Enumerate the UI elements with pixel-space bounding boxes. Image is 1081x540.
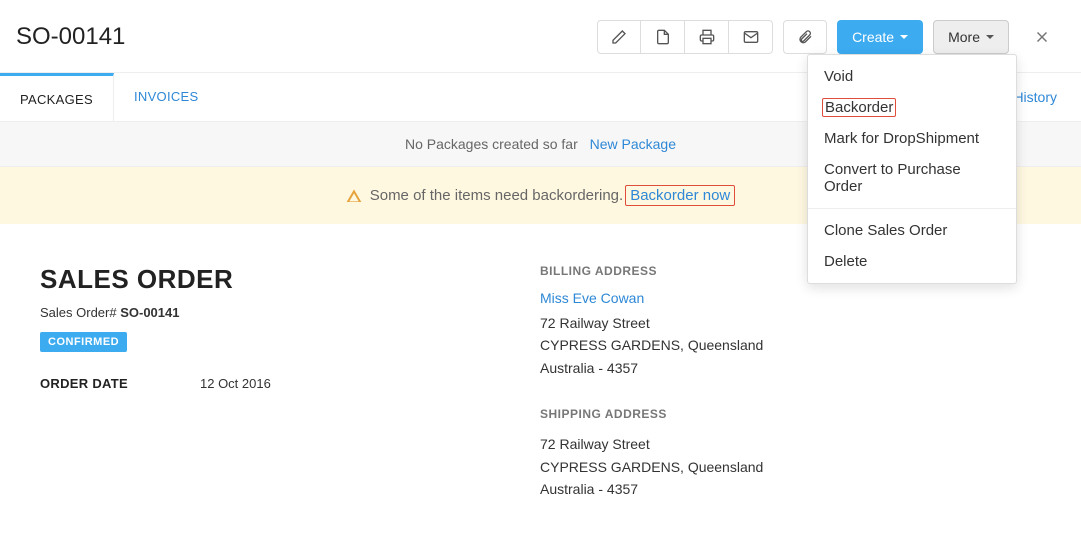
- action-icon-group: [597, 20, 773, 54]
- billing-line2: CYPRESS GARDENS, Queensland: [540, 334, 1041, 356]
- no-packages-text: No Packages created so far: [405, 136, 578, 152]
- addresses: BILLING ADDRESS Miss Eve Cowan 72 Railwa…: [540, 264, 1041, 528]
- shipping-lines: 72 Railway Street CYPRESS GARDENS, Queen…: [540, 433, 1041, 500]
- billing-lines: 72 Railway Street CYPRESS GARDENS, Queen…: [540, 312, 1041, 379]
- toolbar: Create More: [597, 20, 1057, 54]
- create-label: Create: [852, 29, 894, 45]
- document-title: SALES ORDER: [40, 264, 460, 295]
- pdf-icon: [655, 29, 671, 45]
- email-button[interactable]: [729, 20, 773, 54]
- backorder-now-link[interactable]: Backorder now: [625, 185, 735, 206]
- caret-down-icon: [900, 35, 908, 39]
- shipping-line3: Australia - 4357: [540, 478, 1041, 500]
- pencil-icon: [611, 29, 627, 45]
- warning-icon: [346, 188, 362, 204]
- close-icon: [1033, 28, 1051, 46]
- order-date-label: ORDER DATE: [40, 376, 200, 391]
- menu-backorder[interactable]: Backorder: [822, 98, 896, 117]
- billing-name[interactable]: Miss Eve Cowan: [540, 290, 1041, 306]
- order-summary: SALES ORDER Sales Order# SO-00141 CONFIR…: [40, 264, 460, 528]
- close-button[interactable]: [1027, 22, 1057, 52]
- menu-divider: [808, 208, 1016, 209]
- so-label: Sales Order#: [40, 305, 117, 320]
- pdf-button[interactable]: [641, 20, 685, 54]
- print-icon: [699, 29, 715, 45]
- order-date-row: ORDER DATE 12 Oct 2016: [40, 376, 460, 391]
- billing-line1: 72 Railway Street: [540, 312, 1041, 334]
- order-date-value: 12 Oct 2016: [200, 376, 271, 391]
- alert-text: Some of the items need backordering.: [370, 187, 623, 204]
- edit-button[interactable]: [597, 20, 641, 54]
- new-package-link[interactable]: New Package: [590, 136, 676, 152]
- shipping-line1: 72 Railway Street: [540, 433, 1041, 455]
- menu-convert-po[interactable]: Convert to Purchase Order: [808, 154, 1016, 202]
- print-button[interactable]: [685, 20, 729, 54]
- page-title: SO-00141: [16, 23, 597, 51]
- menu-void[interactable]: Void: [808, 61, 1016, 92]
- so-number-line: Sales Order# SO-00141: [40, 305, 460, 320]
- shipping-line2: CYPRESS GARDENS, Queensland: [540, 456, 1041, 478]
- mail-icon: [743, 29, 759, 45]
- paperclip-icon: [797, 29, 813, 45]
- tab-packages[interactable]: PACKAGES: [0, 73, 114, 121]
- more-label: More: [948, 29, 980, 45]
- so-number: SO-00141: [120, 305, 179, 320]
- caret-down-icon: [986, 35, 994, 39]
- create-button[interactable]: Create: [837, 20, 923, 54]
- history-link[interactable]: History: [1013, 89, 1057, 105]
- tabs: PACKAGES INVOICES: [0, 73, 219, 121]
- tab-invoices[interactable]: INVOICES: [114, 73, 219, 121]
- status-badge: CONFIRMED: [40, 332, 127, 352]
- menu-delete[interactable]: Delete: [808, 246, 1016, 277]
- shipping-label: SHIPPING ADDRESS: [540, 407, 1041, 421]
- attach-button[interactable]: [783, 20, 827, 54]
- menu-dropshipment[interactable]: Mark for DropShipment: [808, 123, 1016, 154]
- menu-clone[interactable]: Clone Sales Order: [808, 215, 1016, 246]
- more-dropdown: Void Backorder Mark for DropShipment Con…: [807, 54, 1017, 284]
- more-button[interactable]: More: [933, 20, 1009, 54]
- billing-line3: Australia - 4357: [540, 357, 1041, 379]
